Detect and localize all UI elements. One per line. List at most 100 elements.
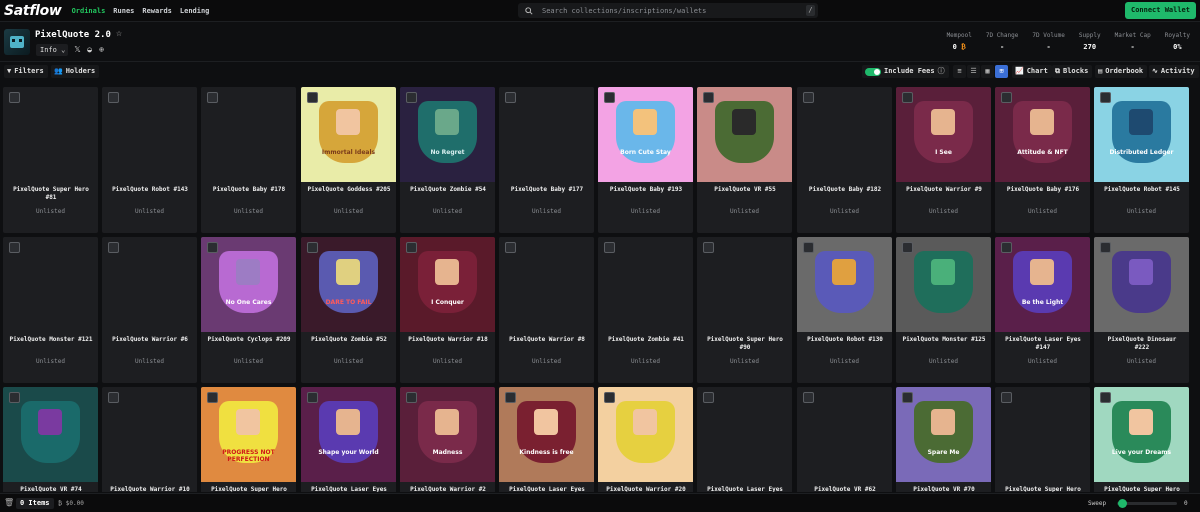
- holders-button[interactable]: 👥 Holders: [51, 65, 100, 78]
- nav-lending[interactable]: Lending: [180, 7, 210, 15]
- logo[interactable]: Satflow: [4, 3, 62, 19]
- blocks-button[interactable]: ⧉ Blocks: [1052, 65, 1093, 78]
- select-checkbox[interactable]: [902, 92, 913, 103]
- select-checkbox[interactable]: [108, 92, 119, 103]
- inscription-card[interactable]: Live your Dreams PixelQuote Super Hero: [1094, 387, 1189, 492]
- inscription-card[interactable]: PixelQuote Zombie #41 Unlisted: [598, 237, 693, 383]
- inscription-card[interactable]: Spare Me PixelQuote VR #70: [896, 387, 991, 492]
- inscription-card[interactable]: Attitude & NFT PixelQuote Baby #176 Unlist…: [995, 87, 1090, 233]
- select-checkbox[interactable]: [207, 92, 218, 103]
- select-checkbox[interactable]: [307, 92, 318, 103]
- select-checkbox[interactable]: [406, 392, 417, 403]
- nav-rewards[interactable]: Rewards: [142, 7, 172, 15]
- trash-icon[interactable]: 🗑: [4, 498, 14, 507]
- slider-knob[interactable]: [1118, 499, 1127, 508]
- inscription-card[interactable]: No One Cares PixelQuote Cyclops #209 Unlis…: [201, 237, 296, 383]
- select-checkbox[interactable]: [703, 392, 714, 403]
- inscription-card[interactable]: PixelQuote Robot #130 Unlisted: [797, 237, 892, 383]
- select-checkbox[interactable]: [108, 392, 119, 403]
- inscription-card[interactable]: I Conquer PixelQuote Warrior #18 Unlisted: [400, 237, 495, 383]
- inscription-card[interactable]: No Regret PixelQuote Zombie #54 Unlisted: [400, 87, 495, 233]
- select-checkbox[interactable]: [803, 242, 814, 253]
- inscription-card[interactable]: PixelQuote Super Hero #90 Unlisted: [697, 237, 792, 383]
- select-checkbox[interactable]: [1100, 92, 1111, 103]
- select-checkbox[interactable]: [406, 92, 417, 103]
- inscription-card[interactable]: Shape your World PixelQuote Laser Eyes: [301, 387, 396, 492]
- select-checkbox[interactable]: [406, 242, 417, 253]
- globe-icon[interactable]: ⊕: [97, 45, 106, 54]
- select-checkbox[interactable]: [902, 242, 913, 253]
- select-checkbox[interactable]: [604, 92, 615, 103]
- inscription-card[interactable]: PixelQuote Robot #143 Unlisted: [102, 87, 197, 233]
- select-checkbox[interactable]: [1001, 242, 1012, 253]
- inscription-card[interactable]: PixelQuote Warrior #10: [102, 387, 197, 492]
- view-grid-icon[interactable]: ⊞: [995, 65, 1008, 78]
- select-checkbox[interactable]: [604, 242, 615, 253]
- select-checkbox[interactable]: [703, 242, 714, 253]
- inscription-card[interactable]: PixelQuote Laser Eyes: [697, 387, 792, 492]
- inscription-card[interactable]: PixelQuote Super Hero: [995, 387, 1090, 492]
- inscription-card[interactable]: PixelQuote Warrior #8 Unlisted: [499, 237, 594, 383]
- inscription-card[interactable]: DARE TO FAIL PixelQuote Zombie #52 Unliste…: [301, 237, 396, 383]
- view-grid-large-icon[interactable]: ▦: [981, 65, 994, 78]
- inscription-card[interactable]: Be the Light PixelQuote Laser Eyes #147 Un…: [995, 237, 1090, 383]
- inscription-card[interactable]: PixelQuote Monster #125 Unlisted: [896, 237, 991, 383]
- inscription-card[interactable]: Distributed Ledger PixelQuote Robot #145 U…: [1094, 87, 1189, 233]
- inscription-card[interactable]: I See PixelQuote Warrior #9 Unlisted: [896, 87, 991, 233]
- select-checkbox[interactable]: [1001, 92, 1012, 103]
- select-checkbox[interactable]: [307, 242, 318, 253]
- select-checkbox[interactable]: [803, 392, 814, 403]
- sweep-slider[interactable]: [1117, 499, 1177, 508]
- inscription-card[interactable]: PixelQuote Warrior #6 Unlisted: [102, 237, 197, 383]
- inscription-card[interactable]: PixelQuote Monster #121 Unlisted: [3, 237, 98, 383]
- select-checkbox[interactable]: [307, 392, 318, 403]
- inscription-card[interactable]: Born Cute Stay PixelQuote Baby #193 Unlist…: [598, 87, 693, 233]
- select-checkbox[interactable]: [207, 242, 218, 253]
- nav-runes[interactable]: Runes: [113, 7, 134, 15]
- select-checkbox[interactable]: [1001, 392, 1012, 403]
- view-list-detail-icon[interactable]: ☰: [967, 65, 980, 78]
- info-dropdown[interactable]: Info ⌄: [36, 44, 68, 56]
- nav-ordinals[interactable]: Ordinals: [72, 7, 106, 15]
- select-checkbox[interactable]: [505, 242, 516, 253]
- inscription-card[interactable]: PixelQuote Baby #182 Unlisted: [797, 87, 892, 233]
- discord-icon[interactable]: ◒: [85, 45, 94, 54]
- select-checkbox[interactable]: [9, 92, 20, 103]
- chart-button[interactable]: 📈 Chart: [1012, 65, 1052, 78]
- inscription-card[interactable]: Madness PixelQuote Warrior #2: [400, 387, 495, 492]
- activity-button[interactable]: ∿ Activity: [1149, 65, 1199, 78]
- select-checkbox[interactable]: [9, 392, 20, 403]
- select-checkbox[interactable]: [1100, 242, 1111, 253]
- search-input[interactable]: Search collections/inscriptions/wallets …: [518, 3, 818, 18]
- select-checkbox[interactable]: [1100, 392, 1111, 403]
- star-icon[interactable]: ☆: [116, 28, 122, 39]
- orderbook-button[interactable]: ▤ Orderbook: [1095, 65, 1148, 78]
- connect-wallet-button[interactable]: Connect Wallet: [1125, 2, 1196, 19]
- toggle-switch[interactable]: [865, 67, 881, 76]
- select-checkbox[interactable]: [505, 392, 516, 403]
- inscription-card[interactable]: Kindness is free PixelQuote Laser Eyes: [499, 387, 594, 492]
- include-fees-toggle[interactable]: Include Fees ⓘ: [862, 65, 949, 78]
- items-count[interactable]: 0 Items: [16, 498, 54, 509]
- select-checkbox[interactable]: [604, 392, 615, 403]
- inscription-card[interactable]: Immortal Ideals PixelQuote Goddess #205 Un…: [301, 87, 396, 233]
- inscription-card[interactable]: PixelQuote Warrior #20: [598, 387, 693, 492]
- inscription-card[interactable]: PixelQuote Baby #178 Unlisted: [201, 87, 296, 233]
- select-checkbox[interactable]: [902, 392, 913, 403]
- inscription-card[interactable]: PROGRESS NOT PERFECTION PixelQuote Super …: [201, 387, 296, 492]
- inscription-card[interactable]: PixelQuote VR #74: [3, 387, 98, 492]
- inscription-card[interactable]: PixelQuote Super Hero #81 Unlisted: [3, 87, 98, 233]
- select-checkbox[interactable]: [703, 92, 714, 103]
- select-checkbox[interactable]: [108, 242, 119, 253]
- view-list-icon[interactable]: ≡: [953, 65, 966, 78]
- x-icon[interactable]: 𝕏: [73, 45, 82, 54]
- inscription-card[interactable]: PixelQuote Baby #177 Unlisted: [499, 87, 594, 233]
- select-checkbox[interactable]: [207, 392, 218, 403]
- select-checkbox[interactable]: [803, 92, 814, 103]
- inscription-card[interactable]: PixelQuote Dinosaur #222 Unlisted: [1094, 237, 1189, 383]
- filters-button[interactable]: ▼ Filters: [4, 65, 48, 78]
- select-checkbox[interactable]: [9, 242, 20, 253]
- inscription-card[interactable]: PixelQuote VR #55 Unlisted: [697, 87, 792, 233]
- select-checkbox[interactable]: [505, 92, 516, 103]
- inscription-card[interactable]: PixelQuote VR #62: [797, 387, 892, 492]
